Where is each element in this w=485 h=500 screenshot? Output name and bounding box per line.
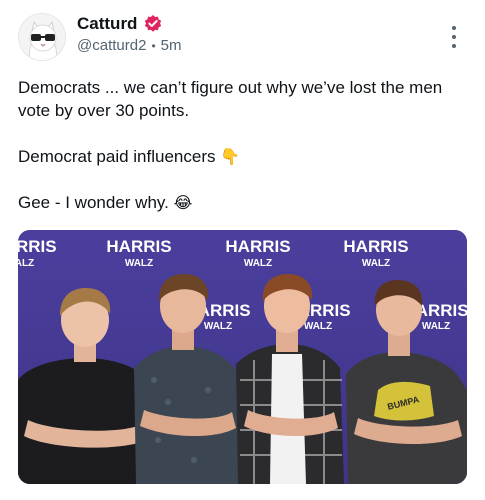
post-timestamp[interactable]: 5m [161,37,182,54]
backdrop-logo-sub: WALZ [362,258,390,269]
author-name[interactable]: Catturd [77,14,137,34]
backdrop-logo-sub: WALZ [304,321,332,332]
post-line-1: Democrats ... we can’t figure out why we… [18,78,443,120]
laughing-emoji-icon: 😂 [173,193,193,212]
backdrop-logo-main: HARRIS [225,237,290,256]
author-avatar[interactable] [18,13,66,61]
cat-avatar-icon [19,14,65,60]
backdrop-logo-sub: WALZ [244,258,272,269]
post-text: Democrats ... we can’t figure out why we… [18,76,468,237]
verified-badge-icon [143,14,163,34]
pointing-down-emoji-icon: 👇 [220,147,241,166]
graphic-tee-print: BUMPA [374,381,434,421]
post-line-2-text: Democrat paid influencers [18,147,216,166]
author-handle[interactable]: @catturd2 [77,37,146,54]
author-meta: @catturd2 • 5m [77,37,181,54]
backdrop-logo-sub: WALZ [204,321,232,332]
author-name-row: Catturd [77,13,163,35]
backdrop-logo-main: HARRIS [106,237,171,256]
meta-separator: • [151,38,156,53]
post-line-3: Gee - I wonder why. 😂 [18,191,468,214]
post-image[interactable]: HARRIS WALZ HARRIS WALZ HARRIS WALZ HARR… [18,230,467,484]
backdrop-logo-sub: WALZ [422,321,450,332]
post-line-3-text: Gee - I wonder why. [18,193,169,212]
post-line-2: Democrat paid influencers 👇 [18,145,468,168]
backdrop-logo-main: HARRIS [18,237,57,256]
more-vertical-icon[interactable] [444,24,464,50]
backdrop-logo-main: HARRIS [343,237,408,256]
backdrop-logo-sub: WALZ [125,258,153,269]
campaign-photo: HARRIS WALZ HARRIS WALZ HARRIS WALZ HARR… [18,230,467,484]
post-card: Catturd @catturd2 • 5m Democrats ... we … [0,0,485,500]
backdrop-logo-sub: WALZ [18,258,34,269]
